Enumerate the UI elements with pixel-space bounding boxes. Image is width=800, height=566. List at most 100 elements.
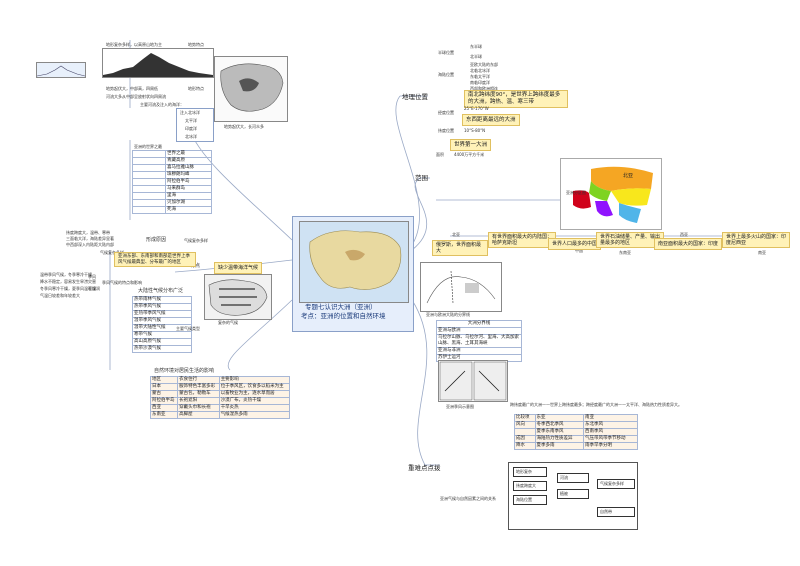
kp-cell: 夏季多雨 bbox=[534, 442, 584, 450]
kp-cell: 气压带风带季节移动 bbox=[582, 435, 639, 443]
kp-cell: 海陆热力性质差异 bbox=[534, 435, 584, 443]
world-most-5: 马来群岛 bbox=[165, 185, 212, 193]
flow-box-0: 地形复杂 bbox=[513, 467, 547, 477]
monsoon-map-icon bbox=[439, 361, 507, 401]
climate-c1: 季风气候的特点和影响 bbox=[102, 280, 142, 285]
location-row-2: 北半球 bbox=[470, 54, 482, 59]
lifestyle-cell: 穿戴头巾和长袍 bbox=[177, 404, 220, 412]
climate-n1: 温带季风气候，冬季寒冷干燥 bbox=[40, 272, 92, 277]
central-subtitle: 考点：亚洲的位置和自然环境 bbox=[301, 312, 386, 320]
ocean-1: 太平洋 bbox=[185, 118, 197, 123]
range-map-caption: 亚洲分区图 bbox=[566, 190, 586, 195]
climate-type-6: 高山高原气候 bbox=[132, 338, 192, 346]
branch-range[interactable]: 范围 bbox=[415, 172, 428, 182]
keypoints-line: 跨纬度最广的大洲——世界上跨纬度最多；跨经度最广的大洲——太平洋、海陆热力性质差… bbox=[510, 402, 682, 407]
lifestyle-title: 自然环境对居民生活的影响 bbox=[154, 368, 215, 374]
kp-cell: 成因 bbox=[514, 435, 536, 443]
climate-types-label: 主要气候类型 bbox=[176, 326, 200, 331]
world-most-7: 贝加尔湖 bbox=[165, 199, 212, 207]
branch-location[interactable]: 地理位置 bbox=[402, 91, 428, 101]
flow-text-5: 气候复杂多样 bbox=[600, 481, 624, 486]
climate-n4: 气温日较差和年较差大 bbox=[40, 293, 80, 298]
climate-map bbox=[204, 274, 272, 320]
kp-cell: 雨季旱季分明 bbox=[582, 442, 639, 450]
kp-cell: 西南季风 bbox=[582, 428, 639, 436]
kp-cell: 风向 bbox=[514, 421, 536, 429]
fact-5: 世界上最多火山的国家：印度尼西亚 bbox=[722, 232, 790, 248]
monsoon-compare-table: 比较项 东亚 南亚 风向 冬季西北季风 东北季风 夏季东南季风 西南季风 成因 海陆热力性质… bbox=[514, 414, 639, 450]
lifestyle-cell: 以畜牧业为主，逐水草而居 bbox=[218, 390, 291, 398]
climate-c3: 干燥 bbox=[88, 286, 96, 291]
lifestyle-h1: 衣食住行 bbox=[177, 376, 220, 384]
range-area-value: 世界第一大洲 bbox=[450, 139, 492, 151]
climate-map-icon bbox=[208, 279, 268, 316]
kp-cell: 比较项 bbox=[514, 414, 536, 422]
lifestyle-cell: 长袍遮阳 bbox=[177, 397, 220, 405]
climate-title: 形成原因 bbox=[146, 237, 167, 243]
lifestyle-cell: 东南亚 bbox=[149, 411, 179, 419]
climate-r1: 纬度跨度大，温带、寒带 bbox=[66, 230, 110, 235]
world-most-2: 喜马拉雅山脉 bbox=[165, 164, 212, 172]
climate-monsoon: 亚洲东部、东南部和南部是世界上季风气候最典型、分布最广的地区 bbox=[114, 252, 196, 267]
lifestyle-cell: 高脚屋 bbox=[177, 411, 220, 419]
terrain-map bbox=[214, 56, 288, 122]
climate-types-title: 大陆性气候分布广泛 bbox=[138, 288, 184, 294]
fact-tag-3: 东南亚 bbox=[619, 250, 631, 255]
climate-r2: 三面临大洋，海陆差异显著 bbox=[66, 236, 114, 241]
location-row-3: 海陆位置 bbox=[438, 72, 454, 77]
world-most-8: 死海 bbox=[165, 206, 212, 214]
flow-box-5: 气候复杂多样 bbox=[597, 479, 635, 489]
location-row-5: 北临北冰洋 bbox=[470, 68, 490, 73]
flow-diagram: 地形复杂 纬度跨度大 海陆位置 河流 植被 气候复杂多样 自然带 bbox=[508, 462, 638, 530]
climate-c2: 季风 bbox=[88, 274, 96, 279]
climate-map-caption: 复杂的气候 bbox=[218, 320, 238, 325]
climate-monsoon-box: 缺少温带海洋气候 bbox=[214, 262, 263, 274]
lifestyle-cell: 阿拉伯半岛 bbox=[149, 397, 179, 405]
branch-keypoints[interactable]: 重难点点拨 bbox=[408, 462, 441, 472]
flow-text-2: 海陆位置 bbox=[516, 497, 532, 502]
kp-cell: 降水 bbox=[514, 442, 536, 450]
lifestyle-table: 地区 衣食住行 主要影响 日本 服饰特色丰富多彩 位于季风区，饮食多以稻米为主 蒙古 蒙古… bbox=[149, 376, 291, 419]
location-lat-detail: 10°S-80°N bbox=[464, 128, 486, 133]
terrain-map-icon bbox=[220, 63, 284, 112]
flow-text-0: 地形复杂 bbox=[516, 469, 532, 474]
flow-text-4: 植被 bbox=[560, 491, 568, 496]
climate-type-0: 热带雨林气候 bbox=[132, 296, 192, 304]
world-most-4: 阿拉伯半岛 bbox=[165, 178, 212, 186]
location-row-1: 东半球 bbox=[470, 44, 482, 49]
world-most-1: 青藏高原 bbox=[165, 157, 212, 165]
world-most-3: 珠穆朗玛峰 bbox=[165, 171, 212, 179]
flow-box-1: 纬度跨度大 bbox=[513, 481, 547, 491]
location-lon-value: 东西距离最远的大洲 bbox=[462, 114, 520, 126]
lifestyle-cell: 服饰特色丰富多彩 bbox=[177, 383, 220, 391]
boundary-row-0: 大洲分界线 bbox=[436, 320, 522, 328]
range-area-num: 4400万平方千米 bbox=[454, 152, 485, 157]
asia-map-icon bbox=[300, 222, 408, 302]
climate-n2: 降水不稳定，容易发生旱涝灾害 bbox=[40, 279, 96, 284]
boundary-row-2: 乌拉尔山脉、乌拉尔河、里海、大高加索山脉、黑海、土耳其海峡 bbox=[436, 334, 522, 348]
terrain-oceans: 注入北冰洋 太平洋 印度洋 北冰洋 bbox=[176, 108, 214, 142]
ocean-0: 注入北冰洋 bbox=[180, 110, 200, 115]
location-lon-label: 经度位置 bbox=[438, 110, 454, 115]
location-row-6: 东临太平洋 bbox=[470, 74, 490, 79]
flow-title: 亚洲气候与自然因素之间的关系 bbox=[440, 496, 496, 501]
location-lon-detail: 25°E-170°W bbox=[464, 106, 489, 111]
location-row-7: 南临印度洋 bbox=[470, 80, 490, 85]
terrain-map-caption: 地势起伏大，长河众多 bbox=[224, 124, 264, 129]
lifestyle-cell: 蒙古包，勒勒车 bbox=[177, 390, 220, 398]
terrain-profile-chart bbox=[102, 48, 214, 78]
kp-cell: 南亚 bbox=[582, 414, 639, 422]
fact-tag-4: 西亚 bbox=[680, 232, 688, 237]
flow-text-6: 自然带 bbox=[600, 509, 612, 514]
profile-icon bbox=[37, 65, 85, 77]
flow-box-3: 河流 bbox=[557, 473, 589, 483]
terrain-line3: 主要河流及注入的海洋： bbox=[140, 102, 184, 107]
kp-cell: 东亚 bbox=[534, 414, 584, 422]
fact-tag-0: 北亚 bbox=[452, 232, 460, 237]
kp-cell: 东北季风 bbox=[582, 421, 639, 429]
climate-type-7: 热带沙漠气候 bbox=[132, 345, 192, 353]
fact-tag-5: 南亚 bbox=[758, 250, 766, 255]
climate-type-3: 温带季风气候 bbox=[132, 317, 192, 325]
range-area-label: 面积 bbox=[436, 152, 444, 157]
kp-cell: 夏季东南季风 bbox=[534, 428, 584, 436]
